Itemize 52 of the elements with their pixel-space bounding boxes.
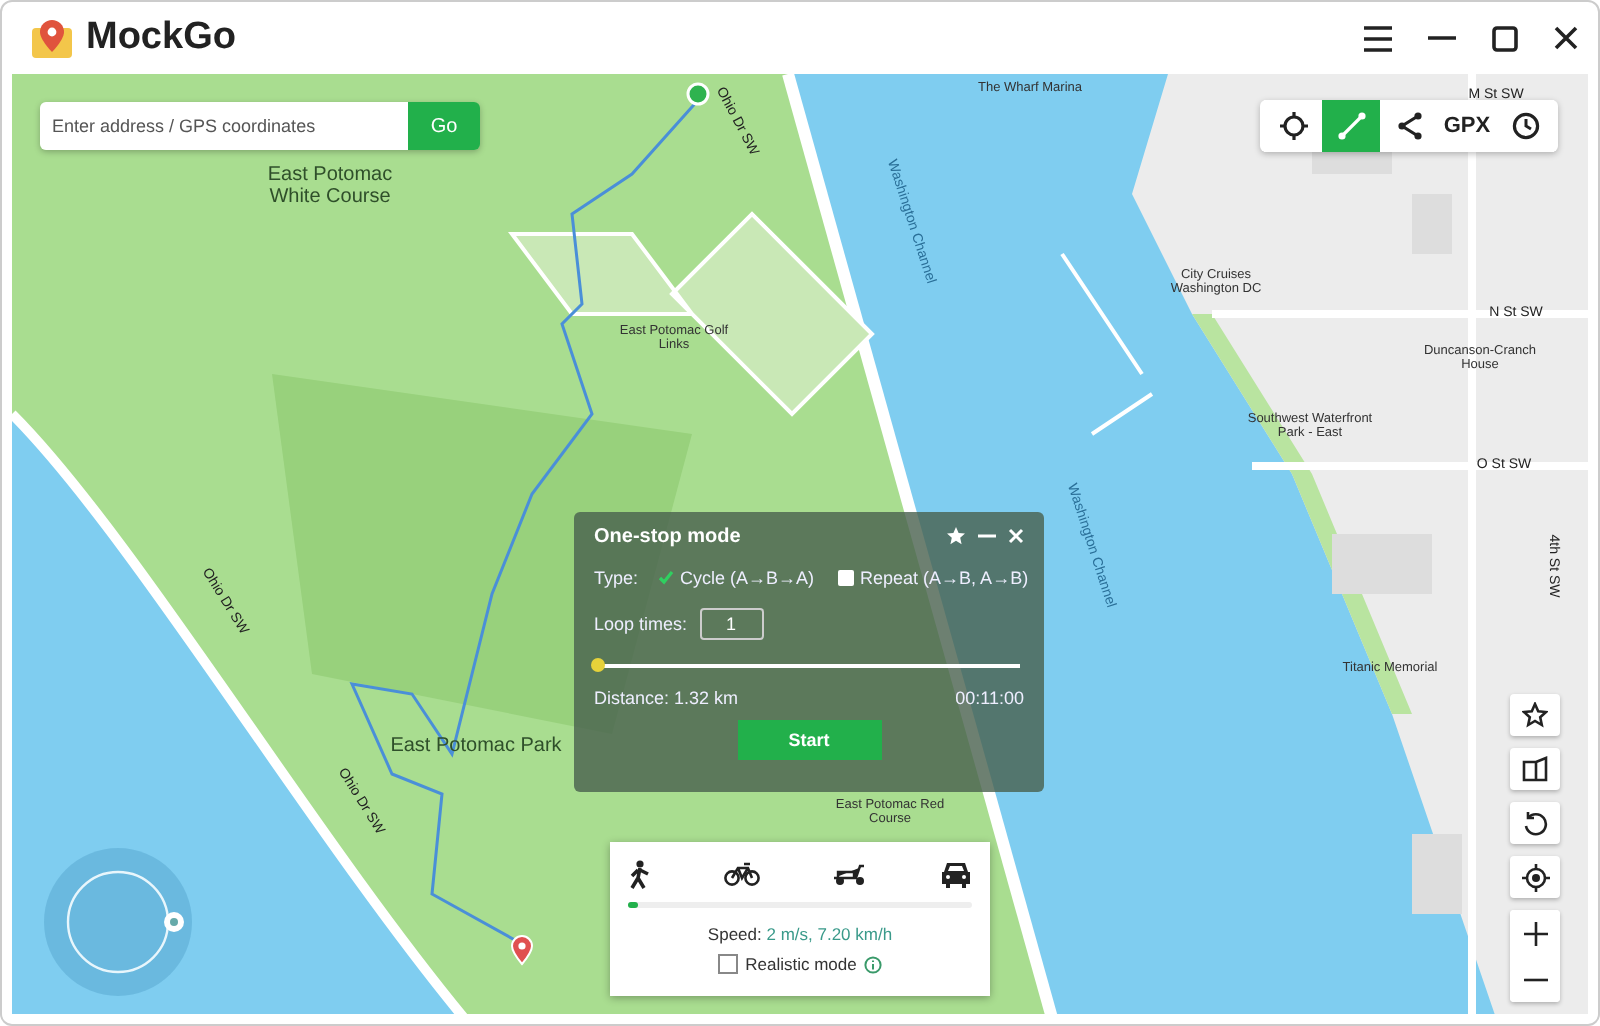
map-icon (1522, 756, 1548, 782)
scooter-icon[interactable] (832, 862, 868, 886)
dialog-title: One-stop mode (594, 525, 743, 547)
option-label: Repeat (A→B, A→B) (860, 568, 1029, 588)
app-name: MockGo (86, 16, 238, 60)
start-button[interactable]: Start (737, 720, 881, 760)
loop-times-field[interactable]: 1 (699, 608, 764, 640)
share-icon (1395, 112, 1423, 140)
locate-icon (1521, 863, 1549, 891)
menu-icon[interactable] (1364, 25, 1392, 51)
plus-icon (1523, 921, 1547, 945)
distance-text: Distance: 1.32 km (594, 688, 739, 708)
checkbox[interactable] (838, 570, 855, 586)
option-label: Cycle (A→B→A) (680, 568, 815, 588)
maximize-icon[interactable] (1492, 25, 1518, 51)
map-view-button[interactable] (1510, 748, 1560, 790)
reset-button[interactable] (1510, 802, 1560, 844)
map-label: East Potomac White Course (265, 164, 395, 208)
start-pin-icon (686, 82, 710, 106)
loop-times-label: Loop times: (594, 614, 688, 634)
crosshair-icon (1279, 112, 1307, 140)
realistic-mode-label: Realistic mode (745, 954, 857, 974)
star-icon (1522, 702, 1548, 728)
map-pin-icon (510, 934, 534, 966)
speed-text: Speed: 2 m/s, 7.20 km/h (707, 924, 893, 944)
checked-checkbox[interactable] (658, 570, 675, 586)
minus-icon (1523, 977, 1547, 981)
app-logo-icon (30, 16, 74, 60)
gpx-button[interactable]: GPX (1438, 100, 1496, 152)
toolbar-button[interactable] (1264, 100, 1322, 152)
zoom-out-button[interactable] (1510, 956, 1560, 1002)
route-icon (1337, 112, 1365, 140)
reset-icon (1522, 810, 1548, 836)
bicycle-icon[interactable] (724, 862, 760, 886)
info-icon[interactable] (864, 955, 883, 973)
address-search-field[interactable]: Enter address / GPS coordinates (40, 102, 408, 150)
locate-button[interactable] (1510, 856, 1560, 898)
go-button[interactable]: Go (408, 102, 480, 150)
toolbar-button[interactable] (1380, 100, 1438, 152)
star-icon[interactable] (946, 526, 966, 546)
type-label: Type: (594, 568, 639, 588)
duration-text: 00:11:00 (955, 688, 1024, 708)
close-icon[interactable] (1554, 26, 1578, 50)
realistic-mode-checkbox[interactable] (717, 954, 738, 974)
clock-icon (1511, 112, 1539, 140)
toolbar-button[interactable] (1496, 100, 1554, 152)
walking-person-icon[interactable] (628, 859, 652, 889)
car-icon[interactable] (940, 860, 972, 888)
progress-slider-thumb[interactable] (591, 658, 605, 672)
speed-slider-fill[interactable] (628, 902, 639, 908)
zoom-in-button[interactable] (1510, 910, 1560, 956)
favorite-button[interactable] (1510, 694, 1560, 736)
